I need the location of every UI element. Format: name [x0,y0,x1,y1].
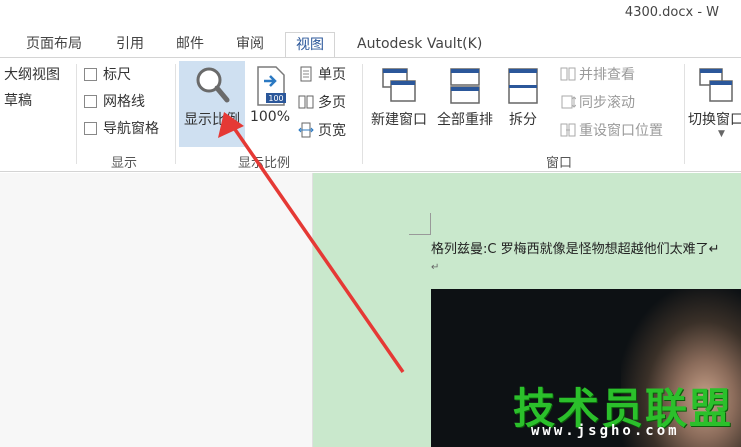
paragraph-mark: ↵ [431,262,440,273]
show-group-label: 显示 [111,156,138,171]
group-separator [175,64,176,164]
arrange-all-label: 全部重排 [437,112,493,128]
group-separator [684,64,685,164]
chevron-down-icon: ▼ [718,129,725,139]
side-by-side-label: 并排查看 [579,67,635,83]
page-width-button[interactable]: 页宽 [298,120,346,142]
gridlines-label: 网格线 [103,94,145,110]
ribbon: 大纲视图 草稿 标尺 网格线 导航窗格 显示 显示比例 100 100% 单页 … [0,57,741,172]
tab-autodesk-vault[interactable]: Autodesk Vault(K) [347,32,492,58]
page-width-label: 页宽 [318,123,346,139]
margin-marker [409,234,431,235]
navigation-pane-area [0,173,313,447]
draft-view-button[interactable]: 草稿 [4,90,32,112]
group-separator [76,64,77,164]
switch-windows-button[interactable]: 切换窗口 ▼ [688,61,741,147]
split-icon [508,68,538,104]
one-page-button[interactable]: 单页 [298,64,346,86]
magnifier-icon [196,67,230,103]
multiple-pages-button[interactable]: 多页 [298,92,346,114]
checkbox-icon [84,95,97,108]
document-image[interactable]: 技术员联盟 www.jsgho.com [431,289,741,447]
split-button[interactable]: 拆分 [501,61,545,147]
window-title: 4300.docx - W [624,5,719,20]
checkbox-icon [84,122,97,135]
tab-view[interactable]: 视图 [285,32,335,58]
tab-review[interactable]: 审阅 [226,32,274,58]
one-page-icon [300,66,312,82]
sync-scroll-icon [561,95,577,109]
zoom-100-label: 100% [249,109,291,125]
checkbox-icon [84,68,97,81]
switch-windows-icon [699,68,733,102]
multiple-pages-label: 多页 [318,95,346,111]
new-window-button[interactable]: 新建窗口 [367,61,431,147]
reset-position-label: 重设窗口位置 [579,123,663,139]
ribbon-tabs: 页面布局 引用 邮件 审阅 视图 Autodesk Vault(K) [0,28,741,58]
navigation-pane-checkbox[interactable]: 导航窗格 [84,118,159,140]
margin-marker [430,213,431,235]
page-100-icon: 100 [257,66,286,106]
window-group-label: 窗口 [546,156,573,171]
switch-windows-label: 切换窗口 [688,112,741,128]
zoom-group-label: 显示比例 [238,156,291,171]
tab-references[interactable]: 引用 [106,32,154,58]
reset-position-icon [560,123,576,137]
view-side-by-side-button[interactable]: 并排查看 [560,64,635,86]
one-page-label: 单页 [318,67,346,83]
sync-scroll-label: 同步滚动 [579,95,635,111]
new-window-icon [382,68,416,102]
new-window-label: 新建窗口 [371,112,427,128]
group-separator [362,64,363,164]
ruler-label: 标尺 [103,67,131,83]
watermark-url: www.jsgho.com [531,423,680,439]
svg-text:100: 100 [268,94,283,103]
title-bar: 4300.docx - W [0,0,741,28]
document-paragraph[interactable]: 格列兹曼:C 罗梅西就像是怪物想超越他们太难了↵ [431,238,719,257]
outline-view-button[interactable]: 大纲视图 [4,64,60,86]
multiple-pages-icon [298,95,314,109]
zoom-100-button[interactable]: 100 100% [248,61,292,147]
zoom-button[interactable]: 显示比例 [179,61,245,147]
navigation-pane-label: 导航窗格 [103,121,159,137]
zoom-button-label: 显示比例 [184,112,240,128]
arrange-all-button[interactable]: 全部重排 [433,61,497,147]
tab-mailings[interactable]: 邮件 [166,32,214,58]
side-by-side-icon [560,67,576,81]
page-width-icon [298,122,314,138]
reset-window-position-button[interactable]: 重设窗口位置 [560,120,663,142]
arrange-all-icon [450,68,480,104]
ruler-checkbox[interactable]: 标尺 [84,64,131,86]
split-label: 拆分 [509,112,537,128]
synchronous-scrolling-button[interactable]: 同步滚动 [560,92,635,114]
gridlines-checkbox[interactable]: 网格线 [84,91,145,113]
tab-page-layout[interactable]: 页面布局 [16,32,92,58]
